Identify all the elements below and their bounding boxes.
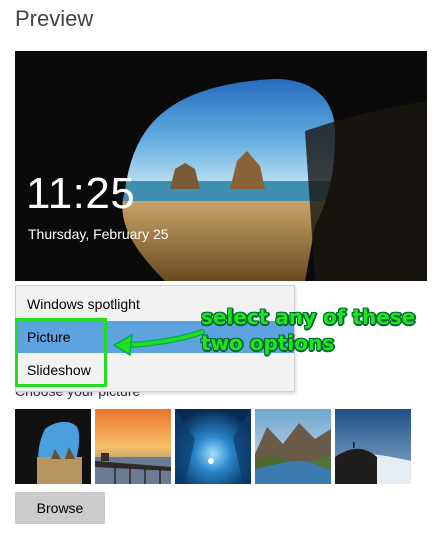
thumbnail-sunset-pier[interactable] xyxy=(95,409,171,484)
lock-screen-time: 11:25 xyxy=(26,169,136,218)
lock-screen-settings: Preview 11:25 Thursday, February 25 Wind… xyxy=(0,0,435,537)
preview-image: 11:25 Thursday, February 25 xyxy=(15,51,427,281)
annotation-text: select any of these two options xyxy=(201,305,416,355)
thumbnail-mountain-lake[interactable] xyxy=(255,409,331,484)
option-slideshow[interactable]: Slideshow xyxy=(16,354,294,386)
preview-heading: Preview xyxy=(15,6,94,31)
lock-screen-date: Thursday, February 25 xyxy=(28,226,169,242)
thumbnail-hill-above-clouds[interactable] xyxy=(335,409,411,484)
annotation-arrow-icon xyxy=(112,329,205,356)
sea-cave-background xyxy=(15,51,427,281)
thumbnail-sea-cave[interactable] xyxy=(15,409,91,484)
browse-button[interactable]: Browse xyxy=(15,492,105,524)
thumbnail-ice-cave[interactable] xyxy=(175,409,251,484)
